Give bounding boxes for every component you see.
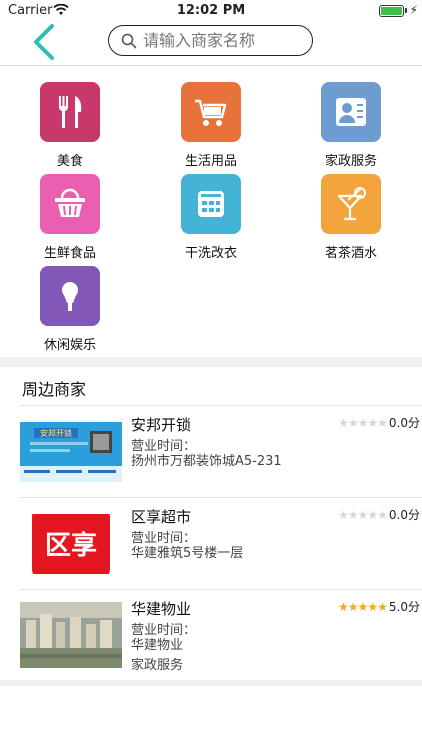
star-rating-icon: ★★★★★ bbox=[338, 599, 388, 614]
star-icon: ★ bbox=[357, 599, 369, 614]
category-label: 干洗改衣 bbox=[184, 246, 237, 261]
logo-thumbnail: 区享 bbox=[20, 514, 122, 574]
charging-icon: ⚡ bbox=[409, 3, 418, 17]
star-icon: ★ bbox=[347, 507, 359, 522]
category-tea-drinks[interactable]: 茗茶酒水 bbox=[296, 159, 406, 261]
store-list-item[interactable]: 安邦开锁 安邦开锁 营业时间： 扬州市万都装饰城A5-231 ★★★★★ 0.0… bbox=[0, 406, 422, 498]
star-icon: ★ bbox=[338, 599, 349, 614]
category-label: 休闲娱乐 bbox=[43, 338, 96, 353]
microphone-icon bbox=[40, 266, 100, 326]
category-housekeeping[interactable]: 家政服务 bbox=[296, 67, 406, 169]
category-food[interactable]: 美食 bbox=[15, 67, 125, 169]
store-address: 扬州市万都装饰城A5-231 bbox=[131, 454, 282, 469]
washing-machine-icon bbox=[181, 174, 241, 234]
star-icon: ★ bbox=[377, 599, 388, 614]
utensils-icon bbox=[40, 82, 100, 142]
basket-icon bbox=[40, 174, 100, 234]
contact-card-icon bbox=[321, 82, 381, 142]
star-icon: ★ bbox=[338, 507, 349, 522]
bottom-divider bbox=[0, 680, 422, 686]
rating-score: 0.0分 bbox=[388, 416, 420, 430]
cocktail-icon bbox=[321, 174, 381, 234]
category-label: 茗茶酒水 bbox=[324, 246, 377, 261]
status-time: 12:02 PM bbox=[176, 3, 246, 18]
category-dry-cleaning[interactable]: 干洗改衣 bbox=[156, 159, 266, 261]
battery-cap bbox=[405, 8, 407, 13]
star-icon: ★ bbox=[367, 507, 378, 522]
store-category: 家政服务 bbox=[131, 658, 184, 673]
store-rating: ★★★★★ 0.0分 bbox=[338, 506, 420, 523]
rating-score: 5.0分 bbox=[388, 600, 420, 614]
building-photo-thumbnail bbox=[20, 602, 122, 668]
star-icon: ★ bbox=[367, 415, 378, 430]
search-input[interactable] bbox=[143, 31, 293, 50]
store-address: 华建物业 bbox=[131, 638, 184, 653]
category-fresh-food[interactable]: 生鲜食品 bbox=[15, 159, 125, 261]
nav-bar bbox=[0, 22, 422, 66]
search-icon bbox=[121, 33, 137, 48]
rating-score: 0.0分 bbox=[388, 508, 420, 522]
logo-text: 区享 bbox=[44, 530, 97, 561]
business-card-thumbnail: 安邦开锁 bbox=[20, 422, 122, 482]
store-rating: ★★★★★ 5.0分 bbox=[338, 598, 420, 615]
category-grid: 美食 生活用品 家政服务 生鲜食品 干洗改衣 茗茶酒水 休闲娱乐 bbox=[0, 67, 422, 357]
star-icon: ★ bbox=[357, 507, 369, 522]
star-icon: ★ bbox=[347, 599, 359, 614]
shopping-cart-icon bbox=[181, 82, 241, 142]
battery-icon bbox=[379, 5, 404, 17]
store-list-item[interactable]: 区享 区享超市 营业时间： 华建雅筑5号楼一层 ★★★★★ 0.0分 bbox=[0, 498, 422, 590]
category-daily-goods[interactable]: 生活用品 bbox=[156, 67, 266, 169]
category-leisure[interactable]: 休闲娱乐 bbox=[15, 251, 125, 353]
store-name: 华建物业 bbox=[131, 600, 192, 618]
chevron-left-icon bbox=[34, 24, 54, 60]
star-icon: ★ bbox=[367, 599, 378, 614]
store-address: 华建雅筑5号楼一层 bbox=[131, 546, 244, 561]
section-title: 周边商家 bbox=[22, 380, 87, 399]
star-icon: ★ bbox=[377, 415, 388, 430]
store-name: 安邦开锁 bbox=[131, 416, 192, 434]
star-icon: ★ bbox=[347, 415, 359, 430]
star-rating-icon: ★★★★★ bbox=[338, 415, 388, 430]
star-rating-icon: ★★★★★ bbox=[338, 507, 388, 522]
store-rating: ★★★★★ 0.0分 bbox=[338, 414, 420, 431]
store-name: 区享超市 bbox=[131, 508, 192, 526]
back-button[interactable] bbox=[28, 22, 62, 66]
thumb-card-title: 安邦开锁 bbox=[40, 428, 72, 438]
section-divider bbox=[0, 357, 422, 367]
search-box[interactable] bbox=[108, 25, 313, 56]
star-icon: ★ bbox=[338, 415, 349, 430]
status-bar: Carrier 12:02 PM ⚡ bbox=[0, 0, 422, 22]
store-list-item[interactable]: 华建物业 营业时间： 华建物业 家政服务 ★★★★★ 5.0分 bbox=[0, 590, 422, 682]
star-icon: ★ bbox=[377, 507, 388, 522]
star-icon: ★ bbox=[357, 415, 369, 430]
